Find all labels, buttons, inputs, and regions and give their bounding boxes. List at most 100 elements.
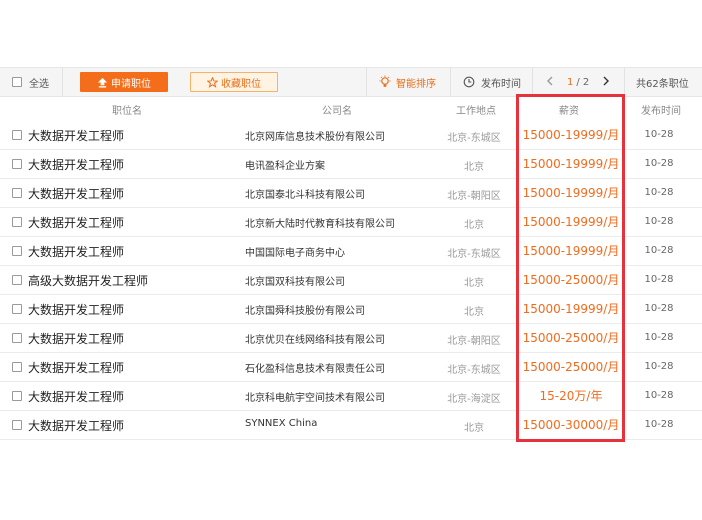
job-title-link[interactable]: 大数据开发工程师 xyxy=(28,214,124,231)
job-date: 10-28 xyxy=(644,419,674,430)
next-page-button[interactable] xyxy=(599,76,613,89)
job-salary: 15000-19999/月 xyxy=(522,186,620,200)
job-row: 大数据开发工程师 北京科电航宇空间技术有限公司 北京-海淀区 15-20万/年 … xyxy=(0,382,702,411)
company-link[interactable]: 电讯盈科企业方案 xyxy=(245,157,325,172)
company-link[interactable]: 北京网库信息技术股份有限公司 xyxy=(245,128,385,143)
company-link[interactable]: 中国国际电子商务中心 xyxy=(245,244,345,259)
job-date: 10-28 xyxy=(644,390,674,401)
job-title-link[interactable]: 大数据开发工程师 xyxy=(28,127,124,144)
job-date: 10-28 xyxy=(644,129,674,140)
company-link[interactable]: 北京国舜科技股份有限公司 xyxy=(245,302,365,317)
divider xyxy=(366,68,367,96)
company-link[interactable]: 北京新大陆时代教育科技有限公司 xyxy=(245,215,395,230)
company-link[interactable]: 北京国双科技有限公司 xyxy=(245,273,345,288)
total-pages: / 2 xyxy=(576,76,590,88)
checkbox-icon[interactable] xyxy=(12,246,22,256)
job-location: 北京-东城区 xyxy=(447,133,501,144)
job-title-link[interactable]: 大数据开发工程师 xyxy=(28,185,124,202)
checkbox-icon[interactable] xyxy=(12,217,22,227)
job-title-link[interactable]: 大数据开发工程师 xyxy=(28,388,124,405)
prev-page-button[interactable] xyxy=(543,76,557,89)
company-link[interactable]: SYNNEX China xyxy=(245,418,317,429)
company-link[interactable]: 石化盈科信息技术有限责任公司 xyxy=(245,360,385,375)
job-location: 北京-东城区 xyxy=(447,365,501,376)
checkbox-icon[interactable] xyxy=(12,304,22,314)
checkbox-icon[interactable] xyxy=(12,362,22,372)
job-location: 北京 xyxy=(464,307,484,318)
checkbox-icon[interactable] xyxy=(12,159,22,169)
job-title-link[interactable]: 大数据开发工程师 xyxy=(28,417,124,434)
checkbox-icon[interactable] xyxy=(12,391,22,401)
divider xyxy=(62,68,63,96)
column-header: 职位名 公司名 工作地点 薪资 发布时间 xyxy=(0,97,702,121)
job-row: 大数据开发工程师 石化盈科信息技术有限责任公司 北京-东城区 15000-250… xyxy=(0,353,702,382)
job-date: 10-28 xyxy=(644,274,674,285)
select-all-control[interactable]: 全选 xyxy=(12,68,49,96)
select-all-label: 全选 xyxy=(29,78,49,90)
clock-icon xyxy=(463,76,475,88)
job-title-link[interactable]: 大数据开发工程师 xyxy=(28,156,124,173)
job-row: 大数据开发工程师 电讯盈科企业方案 北京 15000-19999/月 10-28 xyxy=(0,150,702,179)
job-row: 大数据开发工程师 中国国际电子商务中心 北京-东城区 15000-19999/月… xyxy=(0,237,702,266)
checkbox-icon[interactable] xyxy=(12,130,22,140)
upload-icon xyxy=(97,77,108,88)
checkbox-icon[interactable] xyxy=(12,188,22,198)
job-salary: 15000-19999/月 xyxy=(522,244,620,258)
company-link[interactable]: 北京国泰北斗科技有限公司 xyxy=(245,186,365,201)
pager: 1 / 2 xyxy=(533,68,613,96)
job-title-link[interactable]: 大数据开发工程师 xyxy=(28,243,124,260)
job-row: 大数据开发工程师 北京优贝在线网络科技有限公司 北京-朝阳区 15000-250… xyxy=(0,324,702,353)
job-date: 10-28 xyxy=(644,361,674,372)
job-title-link[interactable]: 大数据开发工程师 xyxy=(28,301,124,318)
column-company: 公司名 xyxy=(322,106,352,117)
job-date: 10-28 xyxy=(644,245,674,256)
job-salary: 15000-30000/月 xyxy=(522,418,620,432)
chevron-right-icon xyxy=(603,76,610,85)
job-location: 北京-朝阳区 xyxy=(447,191,501,202)
checkbox-icon[interactable] xyxy=(12,275,22,285)
job-location: 北京-朝阳区 xyxy=(447,336,501,347)
job-date: 10-28 xyxy=(644,158,674,169)
favorite-job-button[interactable]: 收藏职位 xyxy=(190,72,278,92)
job-date: 10-28 xyxy=(644,187,674,198)
apply-job-button[interactable]: 申请职位 xyxy=(80,72,168,92)
job-title-link[interactable]: 大数据开发工程师 xyxy=(28,359,124,376)
job-location: 北京-海淀区 xyxy=(447,394,501,405)
list-toolbar: 全选 申请职位 收藏职位 智能排序 发布时间 1 / 2 共62条职位 xyxy=(0,67,702,97)
bulb-icon xyxy=(379,75,391,87)
checkbox-icon[interactable] xyxy=(12,77,22,87)
company-link[interactable]: 北京科电航宇空间技术有限公司 xyxy=(245,389,385,404)
job-salary: 15000-25000/月 xyxy=(522,331,620,345)
job-date: 10-28 xyxy=(644,303,674,314)
job-salary: 15-20万/年 xyxy=(539,389,603,403)
column-location: 工作地点 xyxy=(456,106,496,117)
job-location: 北京 xyxy=(464,423,484,434)
divider xyxy=(624,68,625,96)
job-location: 北京 xyxy=(464,220,484,231)
job-row: 大数据开发工程师 SYNNEX China 北京 15000-30000/月 1… xyxy=(0,411,702,440)
job-location: 北京 xyxy=(464,162,484,173)
column-date: 发布时间 xyxy=(641,106,681,117)
company-link[interactable]: 北京优贝在线网络科技有限公司 xyxy=(245,331,385,346)
apply-job-label: 申请职位 xyxy=(111,78,151,90)
checkbox-icon[interactable] xyxy=(12,333,22,343)
checkbox-icon[interactable] xyxy=(12,420,22,430)
job-salary: 15000-19999/月 xyxy=(522,215,620,229)
publish-time-label: 发布时间 xyxy=(481,78,521,90)
job-location: 北京-东城区 xyxy=(447,249,501,260)
divider xyxy=(450,68,451,96)
smart-sort-option[interactable]: 智能排序 xyxy=(378,68,436,96)
column-position: 职位名 xyxy=(112,106,142,117)
publish-time-sort-option[interactable]: 发布时间 xyxy=(463,68,521,96)
job-row: 大数据开发工程师 北京国泰北斗科技有限公司 北京-朝阳区 15000-19999… xyxy=(0,179,702,208)
job-row: 大数据开发工程师 北京网库信息技术股份有限公司 北京-东城区 15000-199… xyxy=(0,121,702,150)
job-salary: 15000-25000/月 xyxy=(522,273,620,287)
chevron-left-icon xyxy=(547,76,553,85)
job-row: 大数据开发工程师 北京国舜科技股份有限公司 北京 15000-19999/月 1… xyxy=(0,295,702,324)
star-icon xyxy=(207,76,218,88)
smart-sort-label: 智能排序 xyxy=(396,78,436,90)
job-title-link[interactable]: 大数据开发工程师 xyxy=(28,330,124,347)
job-title-link[interactable]: 高级大数据开发工程师 xyxy=(28,272,148,289)
job-salary: 15000-19999/月 xyxy=(522,157,620,171)
job-row: 高级大数据开发工程师 北京国双科技有限公司 北京 15000-25000/月 1… xyxy=(0,266,702,295)
